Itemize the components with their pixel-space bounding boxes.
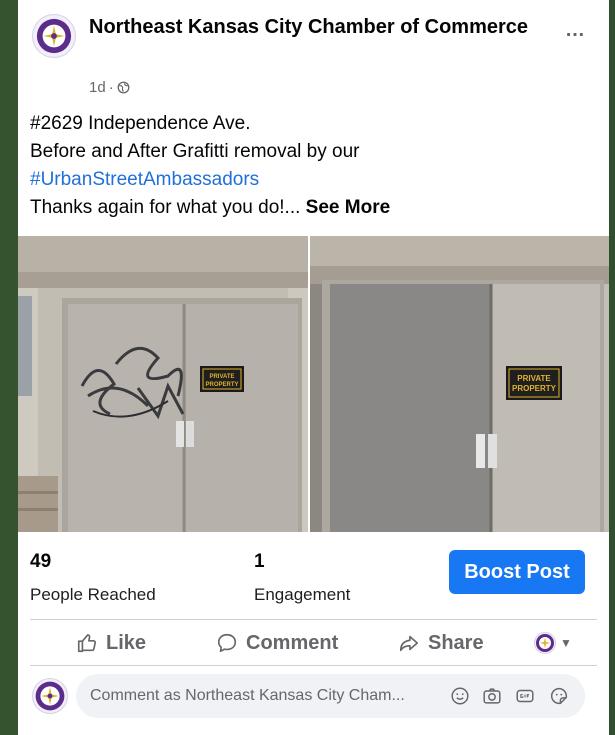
sign-text: PROPERTY [512,384,557,393]
boost-post-button[interactable]: Boost Post [449,550,585,594]
comment-label: Comment [246,631,339,654]
emoji-icon[interactable] [449,685,471,707]
comment-input[interactable] [90,674,440,718]
see-more-link[interactable]: See More [306,197,390,218]
post-text: #2629 Independence Ave. Before and After… [30,110,590,222]
gif-icon[interactable] [514,685,536,707]
post-card: Northeast Kansas City Chamber of Commerc… [18,0,609,735]
post-header: Northeast Kansas City Chamber of Commerc… [18,0,609,104]
people-reached-label: People Reached [30,585,156,604]
background-frame [0,0,18,735]
engagement-label: Engagement [254,585,351,604]
meta-separator: · [108,79,114,96]
post-text-line: #2629 Independence Ave. [30,113,251,134]
like-button[interactable]: Like [76,624,146,662]
comment-button[interactable]: Comment [216,624,338,662]
photo-grid: PRIVATE PROPERTY PRIVATE PROPERTY [18,236,609,532]
engagement-value: 1 [254,551,265,572]
post-time[interactable]: 1d [89,79,106,96]
page-name[interactable]: Northeast Kansas City Chamber of Commerc… [89,14,529,41]
post-meta: 1d · [89,79,130,96]
page-avatar[interactable] [32,14,76,58]
sign-text: PRIVATE [517,374,551,383]
engagement-stat[interactable]: 1 Engagement [254,548,350,608]
people-reached-stat[interactable]: 49 People Reached [30,548,156,608]
comment-composer [18,672,609,724]
thumbs-up-icon [77,634,96,653]
post-text-line: Thanks again for what you do!... [30,197,301,218]
comment-box [76,674,585,718]
share-icon [399,635,419,652]
before-photo[interactable]: PRIVATE PROPERTY [18,236,308,532]
chamber-logo-icon [35,681,65,711]
after-photo[interactable]: PRIVATE PROPERTY [310,236,609,532]
post-insights: 49 People Reached 1 Engagement Boost Pos… [18,540,609,618]
page-avatar-small [534,632,556,654]
hashtag-link[interactable]: #UrbanStreetAmbassadors [30,166,590,194]
people-reached-value: 49 [30,551,52,572]
divider [30,665,597,666]
post-text-line: Before and After Grafitti removal by our [30,141,360,162]
caret-down-icon: ▼ [560,636,572,650]
commenter-avatar [32,678,68,714]
comment-icon [217,633,237,653]
more-options-button[interactable]: … [559,18,591,46]
action-bar: Like Comment Share ▼ [18,620,609,664]
globe-icon [117,81,130,94]
chamber-logo-icon [36,18,72,54]
share-button[interactable]: Share [398,624,484,662]
like-label: Like [106,631,147,654]
post-as-selector[interactable]: ▼ [534,624,572,662]
sign-text: PRIVATE [209,374,234,380]
camera-icon[interactable] [481,685,503,707]
share-label: Share [428,631,484,654]
chamber-logo-icon [536,634,554,652]
sign-text: PROPERTY [205,382,238,388]
sticker-icon[interactable] [548,685,570,707]
